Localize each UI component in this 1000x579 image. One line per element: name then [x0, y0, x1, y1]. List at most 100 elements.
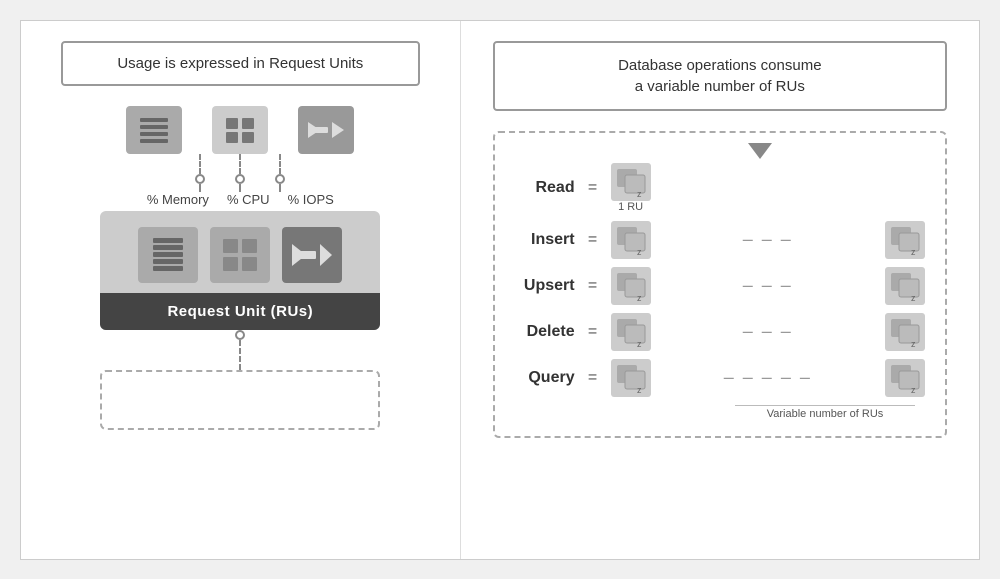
dashed-area-bottom [100, 370, 380, 430]
upsert-ru-icon1: z [611, 267, 651, 305]
ru-label: Request Unit (RUs) [100, 293, 380, 330]
query-label: Query [515, 369, 575, 387]
query-equals: = [585, 369, 601, 387]
delete-ru-svg2: z [889, 317, 921, 347]
svg-text:z: z [637, 339, 642, 347]
right-panel: Database operations consume a variable n… [461, 21, 979, 559]
right-header-line2: a variable number of RUs [515, 76, 925, 97]
insert-ru-svg1: z [615, 225, 647, 255]
read-arrow-container [515, 143, 925, 161]
connectors-row [100, 154, 380, 192]
svg-text:z: z [911, 385, 916, 393]
svg-text:z: z [637, 385, 642, 393]
dashed-line-memory2 [199, 184, 201, 192]
insert-equals: = [585, 231, 601, 249]
query-op-row: Query = z – – – – – z [515, 359, 925, 397]
read-icon-col: z 1 RU [611, 163, 651, 213]
insert-ru-icon2: z [885, 221, 925, 259]
insert-ru-svg2: z [889, 225, 921, 255]
read-arrow-col [748, 143, 772, 161]
query-ru-svg1: z [615, 363, 647, 393]
read-label: Read [515, 179, 575, 197]
insert-dots: – – – [661, 229, 875, 250]
read-ru-svg: z [615, 167, 647, 197]
circle-memory [195, 174, 205, 184]
delete-ru-icon1: z [611, 313, 651, 351]
dashed-line-bottom [239, 340, 241, 370]
dashed-line-iops2 [279, 184, 281, 192]
upsert-dots: – – – [661, 275, 875, 296]
read-ru-label: 1 RU [618, 201, 643, 213]
left-panel: Usage is expressed in Request Units [21, 21, 461, 559]
bottom-connector [100, 330, 380, 430]
insert-op-row: Insert = z – – – z [515, 221, 925, 259]
upsert-ru-svg1: z [615, 271, 647, 301]
cpu-svg [222, 114, 258, 146]
query-ru-icon1: z [611, 359, 651, 397]
labels-row: % Memory % CPU % IOPS [147, 192, 334, 207]
cpu-icon [212, 106, 268, 154]
ru-box: Request Unit (RUs) [100, 211, 380, 330]
iops-icon [298, 106, 354, 154]
variable-note: Variable number of RUs [735, 405, 915, 420]
cpu-label: % CPU [227, 192, 270, 207]
ru-server-icon [138, 227, 198, 283]
delete-equals: = [585, 323, 601, 341]
delete-op-row: Delete = z – – – z [515, 313, 925, 351]
read-op-row: Read = z 1 RU [515, 163, 925, 213]
right-header: Database operations consume a variable n… [493, 41, 947, 111]
read-ru-icon: z [611, 163, 651, 201]
svg-text:z: z [637, 189, 642, 197]
right-header-line1: Database operations consume [515, 55, 925, 76]
connector-cpu [235, 154, 245, 192]
dashed-line-memory [199, 154, 201, 174]
cpu-icon-item [212, 106, 268, 154]
ru-arrow-icon [282, 227, 342, 283]
variable-note-container: Variable number of RUs [515, 405, 925, 420]
upsert-ru-svg2: z [889, 271, 921, 301]
left-header: Usage is expressed in Request Units [61, 41, 420, 86]
memory-svg [136, 114, 172, 146]
delete-dots: – – – [661, 321, 875, 342]
arrow-svg [292, 236, 332, 274]
memory-label: % Memory [147, 192, 209, 207]
delete-ru-icon2: z [885, 313, 925, 351]
memory-icon-item [126, 106, 182, 154]
operations-area: Read = z 1 RU Insert = [493, 131, 947, 438]
iops-label: % IOPS [288, 192, 334, 207]
upsert-label: Upsert [515, 277, 575, 295]
left-header-text: Usage is expressed in Request Units [117, 55, 363, 72]
memory-icon [126, 106, 182, 154]
query-dots: – – – – – [661, 367, 875, 388]
dashed-line-iops [279, 154, 281, 174]
iops-svg [308, 114, 344, 146]
ru-grid-icon [210, 227, 270, 283]
read-equals: = [585, 179, 601, 197]
circle-bottom [235, 330, 245, 340]
delete-ru-svg1: z [615, 317, 647, 347]
svg-text:z: z [637, 247, 642, 255]
svg-text:z: z [911, 339, 916, 347]
delete-label: Delete [515, 323, 575, 341]
down-arrow-icon [748, 143, 772, 159]
svg-text:z: z [637, 293, 642, 301]
upsert-equals: = [585, 277, 601, 295]
connector-iops [275, 154, 285, 192]
insert-ru-icon1: z [611, 221, 651, 259]
dashed-line-cpu2 [239, 184, 241, 192]
query-ru-icon2: z [885, 359, 925, 397]
query-ru-svg2: z [889, 363, 921, 393]
circle-cpu [235, 174, 245, 184]
ru-icons-row [100, 211, 380, 293]
left-content: % Memory % CPU % IOPS [41, 106, 440, 430]
resource-icons-row [126, 106, 354, 154]
upsert-ru-icon2: z [885, 267, 925, 305]
svg-text:z: z [911, 293, 916, 301]
dashed-line-cpu [239, 154, 241, 174]
circle-iops [275, 174, 285, 184]
connector-memory [195, 154, 205, 192]
server-svg [148, 236, 188, 274]
svg-text:z: z [911, 247, 916, 255]
iops-icon-item [298, 106, 354, 154]
upsert-op-row: Upsert = z – – – z [515, 267, 925, 305]
